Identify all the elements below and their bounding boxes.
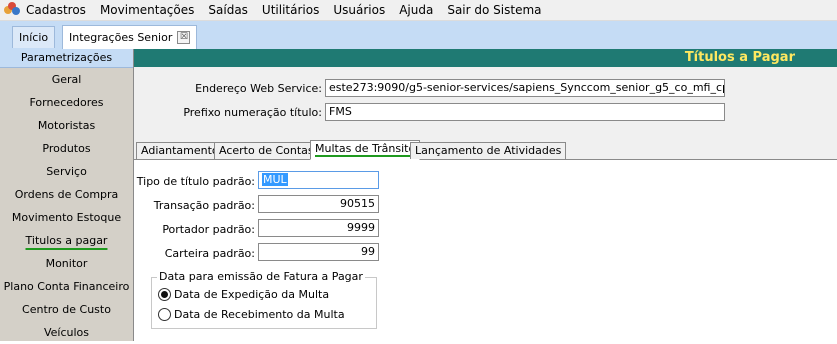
app-logo-icon [4, 2, 20, 18]
radio-recebimento[interactable]: Data de Recebimento da Multa [158, 308, 345, 321]
document-tab-bar: Início Integrações Senior ☒ [0, 21, 837, 49]
transacao-label: Transação padrão: [153, 199, 255, 212]
multas-tab-content: Tipo de título padrão: MUL Transação pad… [134, 160, 837, 341]
menu-bar: Cadastros Movimentações Saídas Utilitári… [0, 0, 837, 21]
menu-utilitarios[interactable]: Utilitários [262, 3, 319, 17]
main-panel: Títulos a Pagar Endereço Web Service: es… [134, 49, 837, 341]
web-service-label: Endereço Web Service: [195, 82, 322, 95]
data-emissao-group: Data para emissão de Fatura a Pagar Data… [151, 270, 377, 329]
menu-movimentacoes[interactable]: Movimentações [100, 3, 194, 17]
sidebar: Parametrizações Geral Fornecedores Motor… [0, 49, 134, 341]
tab-integracoes-senior[interactable]: Integrações Senior ☒ [62, 25, 198, 49]
web-service-field[interactable]: este273:9090/g5-senior-services/sapiens_… [325, 79, 725, 97]
tab-integracoes-label: Integrações Senior [69, 31, 173, 44]
prefix-field[interactable]: FMS [325, 103, 725, 121]
tipo-titulo-field[interactable]: MUL [258, 171, 379, 189]
sidebar-item-plano-conta[interactable]: Plano Conta Financeiro [0, 275, 133, 298]
menu-cadastros[interactable]: Cadastros [26, 3, 86, 17]
menu-saidas[interactable]: Saídas [208, 3, 248, 17]
sidebar-item-motoristas[interactable]: Motoristas [0, 114, 133, 137]
settings-panel: Endereço Web Service: este273:9090/g5-se… [134, 67, 837, 140]
close-tab-icon[interactable]: ☒ [177, 31, 191, 44]
prefix-label: Prefixo numeração título: [183, 106, 322, 119]
tab-inicio[interactable]: Início [12, 26, 56, 48]
radio-recebimento-label: Data de Recebimento da Multa [174, 308, 345, 321]
sidebar-item-produtos[interactable]: Produtos [0, 137, 133, 160]
radio-expedicao-label: Data de Expedição da Multa [174, 288, 330, 301]
sidebar-item-monitor[interactable]: Monitor [0, 252, 133, 275]
sidebar-item-geral[interactable]: Geral [0, 68, 133, 91]
radio-expedicao[interactable]: Data de Expedição da Multa [158, 288, 329, 301]
sidebar-item-titulos-pagar[interactable]: Titulos a pagar [0, 229, 133, 252]
radio-expedicao-button[interactable] [158, 288, 171, 301]
tipo-titulo-label: Tipo de título padrão: [136, 175, 255, 188]
carteira-label: Carteira padrão: [164, 247, 255, 260]
menu-sair[interactable]: Sair do Sistema [447, 3, 541, 17]
tab-multas-transito[interactable]: Multas de Trânsito [310, 140, 421, 160]
transacao-field[interactable]: 90515 [258, 195, 379, 213]
portador-label: Portador padrão: [162, 223, 255, 236]
tab-lancamento-atividades[interactable]: Lançamento de Atividades [410, 142, 567, 159]
portador-field[interactable]: 9999 [258, 219, 379, 237]
carteira-field[interactable]: 99 [258, 243, 379, 261]
page-title: Títulos a Pagar [684, 50, 795, 65]
sidebar-item-centro-custo[interactable]: Centro de Custo [0, 298, 133, 321]
tab-acerto-contas[interactable]: Acerto de Contas [214, 142, 319, 159]
sidebar-header: Parametrizações [0, 49, 133, 68]
sidebar-item-servico[interactable]: Serviço [0, 160, 133, 183]
sidebar-item-ordens-compra[interactable]: Ordens de Compra [0, 183, 133, 206]
tab-inicio-label: Início [19, 31, 49, 44]
sidebar-item-movimento-estoque[interactable]: Movimento Estoque [0, 206, 133, 229]
menu-ajuda[interactable]: Ajuda [399, 3, 433, 17]
inner-tab-bar: Adiantamento Acerto de Contas Multas de … [134, 140, 837, 160]
tab-adiantamento[interactable]: Adiantamento [136, 142, 224, 159]
page-title-bar: Títulos a Pagar [134, 49, 837, 67]
data-emissao-group-title: Data para emissão de Fatura a Pagar [157, 270, 365, 283]
menu-usuarios[interactable]: Usuários [333, 3, 385, 17]
sidebar-item-fornecedores[interactable]: Fornecedores [0, 91, 133, 114]
radio-recebimento-button[interactable] [158, 308, 171, 321]
